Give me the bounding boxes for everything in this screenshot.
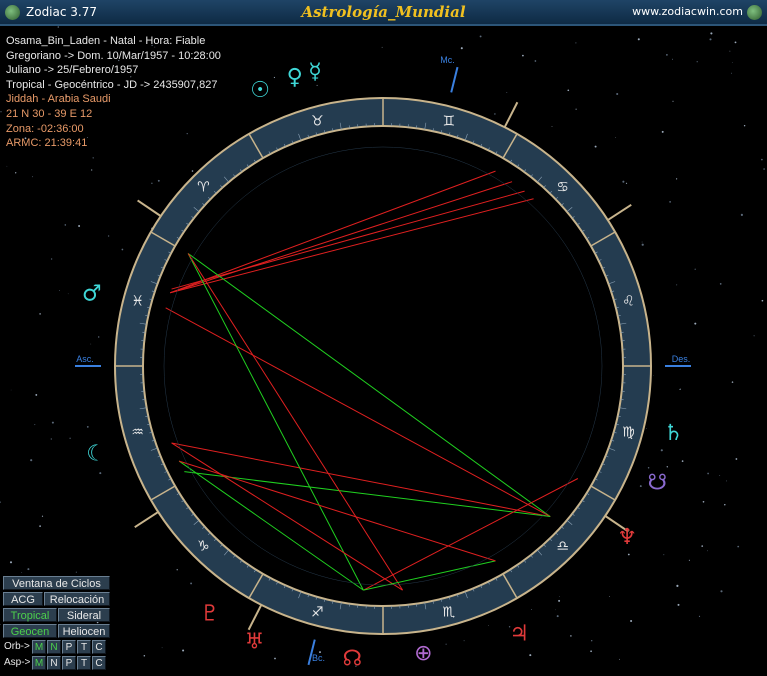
midheaven-axis-label: Mc. <box>440 55 455 65</box>
info-julian-line: Juliano -> 25/Febrero/1957 <box>6 64 139 77</box>
mercury-icon: ☿ <box>308 60 322 85</box>
asp-c-toggle[interactable]: C <box>92 656 106 670</box>
sign-glyph: ♑ <box>197 539 210 555</box>
house-cusp-line <box>134 511 159 529</box>
geocen-button[interactable]: Geocen <box>3 624 57 638</box>
heliocen-button[interactable]: Heliocen <box>58 624 110 638</box>
sign-glyph: ♐ <box>311 604 324 620</box>
sideral-button[interactable]: Sideral <box>58 608 110 622</box>
sign-glyph: ♉ <box>311 114 324 130</box>
asp-label: Asp-> <box>4 657 31 668</box>
neptune-icon: ♆ <box>617 525 637 550</box>
orb-t-toggle[interactable]: T <box>77 640 91 654</box>
info-armc-line: ARMC: 21:39:41 <box>6 137 88 150</box>
tropical-button[interactable]: Tropical <box>3 608 57 622</box>
midheaven-axis-line <box>450 66 459 93</box>
uranus-icon: ♅ <box>245 630 265 655</box>
asp-m-toggle[interactable]: M <box>32 656 46 670</box>
website-link[interactable]: www.zodiacwin.com <box>632 5 743 18</box>
ventana-ciclos-button[interactable]: Ventana de Ciclos <box>3 576 110 590</box>
asp-t-toggle[interactable]: T <box>77 656 91 670</box>
sign-glyph: ♒ <box>131 425 144 441</box>
sign-glyph: ♓ <box>131 293 144 309</box>
info-zodiac-line: Tropical - Geocéntrico - JD -> 2435907,8… <box>6 78 218 91</box>
chart-info-panel: Osama_Bin_Laden - Natal - Hora: Fiable G… <box>6 34 221 151</box>
orb-m-toggle[interactable]: M <box>32 640 46 654</box>
lilith-icon: ☋ <box>648 470 668 495</box>
asp-n-toggle[interactable]: N <box>47 656 61 670</box>
sign-glyph: ♎ <box>556 539 569 555</box>
house-cusp-line <box>607 203 632 221</box>
node-icon: ☊ <box>342 646 362 671</box>
info-location-line: Jiddah - Arabia Saudi <box>6 93 111 106</box>
saturn-icon: ♄ <box>663 421 683 446</box>
pluto-icon: ♇ <box>200 601 220 626</box>
sign-glyph: ♏ <box>442 604 455 620</box>
moon-icon: ☾ <box>86 442 106 467</box>
mars-icon: ♂ <box>82 281 102 306</box>
zodiac-app-window: Zodiac 3.77 Astrología_Mundial www.zodia… <box>0 0 767 676</box>
sun-icon: ☉ <box>250 78 270 103</box>
house-cusp-line <box>503 101 519 128</box>
orb-n-toggle[interactable]: N <box>47 640 61 654</box>
sign-glyph: ♊ <box>442 114 455 130</box>
sign-glyph: ♈ <box>197 179 210 195</box>
acg-button[interactable]: ACG <box>3 592 43 606</box>
imum-coeli-axis-label: Bc. <box>312 653 325 663</box>
house-cusp-line <box>137 199 162 217</box>
jupiter-icon: ♃ <box>509 621 529 646</box>
asp-p-toggle[interactable]: P <box>62 656 76 670</box>
app-globe-icon <box>747 5 762 20</box>
info-coordinates-line: 21 N 30 - 39 E 12 <box>6 107 93 120</box>
orb-c-toggle[interactable]: C <box>92 640 106 654</box>
orb-p-toggle[interactable]: P <box>62 640 76 654</box>
sign-glyph: ♍ <box>622 425 635 441</box>
info-gregorian-line: Gregoriano -> Dom. 10/Mar/1957 - 10:28:0… <box>6 49 221 62</box>
zodiac-ring-inner <box>142 125 624 607</box>
info-name-line: Osama_Bin_Laden - Natal - Hora: Fiable <box>6 35 206 47</box>
orb-label: Orb-> <box>4 641 30 652</box>
descendant-axis-label: Des. <box>672 354 691 364</box>
ascendant-axis-label: Asc. <box>76 354 94 364</box>
house-cusp-line <box>247 604 263 631</box>
sign-glyph: ♋ <box>556 179 569 195</box>
info-zone-line: Zona: -02:36:00 <box>6 122 84 135</box>
venus-icon: ♀ <box>287 65 303 90</box>
fortune-icon: ⊕ <box>414 641 432 666</box>
relocacion-button[interactable]: Relocación <box>44 592 110 606</box>
title-bar: Zodiac 3.77 Astrología_Mundial www.zodia… <box>0 0 767 26</box>
sign-glyph: ♌ <box>622 293 635 309</box>
